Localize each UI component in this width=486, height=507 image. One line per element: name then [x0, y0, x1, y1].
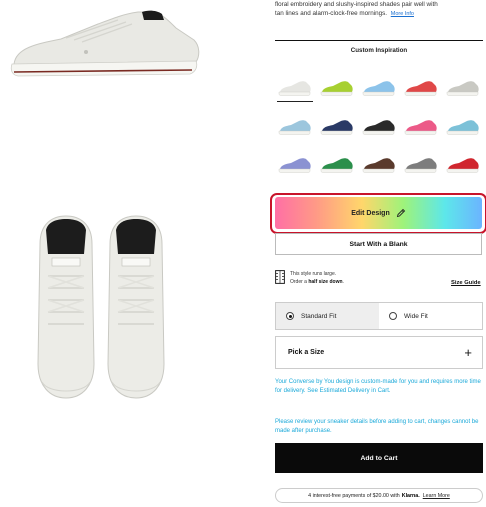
size-note-suffix: .	[342, 279, 344, 285]
product-options-panel: floral embroidery and slushy-inspired sh…	[270, 0, 486, 507]
sneaker-thumbnail-icon	[404, 120, 437, 135]
sneaker-thumbnail-icon	[278, 120, 311, 135]
edit-design-label: Edit Design	[351, 209, 390, 217]
edit-design-button[interactable]: Edit Design	[275, 197, 482, 229]
wide-fit-label: Wide Fit	[404, 312, 428, 320]
custom-inspiration-title: Custom Inspiration	[350, 47, 408, 54]
inspiration-swatch-red-sneaker[interactable]	[403, 77, 439, 99]
pick-a-size-dropdown[interactable]: Pick a Size +	[275, 336, 483, 369]
description-line-2-text: tan lines and alarm-clock-free mornings.	[275, 10, 387, 17]
inspiration-swatch-periwinkle-sneaker[interactable]	[277, 154, 313, 176]
inspiration-swatch-navy-sneaker[interactable]	[319, 116, 355, 138]
sneaker-thumbnail-icon	[320, 120, 353, 135]
sneaker-thumbnail-icon	[362, 81, 395, 96]
standard-fit-option[interactable]: Standard Fit	[276, 303, 379, 329]
inspiration-swatch-light-blue-sneaker[interactable]	[277, 116, 313, 138]
wide-fit-option[interactable]: Wide Fit	[379, 303, 482, 329]
inspiration-swatch-green-sneaker[interactable]	[319, 154, 355, 176]
more-info-link[interactable]: More Info	[391, 11, 414, 17]
fit-selector: Standard Fit Wide Fit	[275, 302, 483, 330]
inspiration-swatch-dark-grey-sneaker[interactable]	[403, 154, 439, 176]
inspiration-swatch-white-sneaker[interactable]	[277, 77, 313, 102]
inspiration-swatch-black-gold-sneaker[interactable]	[361, 116, 397, 138]
sneaker-thumbnail-icon	[446, 158, 479, 173]
product-top-view-image	[37, 215, 165, 399]
sneaker-thumbnail-icon	[278, 158, 311, 173]
add-to-cart-button[interactable]: Add to Cart	[275, 443, 483, 473]
inspiration-swatch-crimson-sneaker[interactable]	[445, 154, 481, 176]
payment-prefix: 4 interest-free payments of $20.00 with	[308, 492, 400, 499]
inspiration-swatch-lime-sneaker[interactable]	[319, 77, 355, 99]
ruler-icon	[275, 270, 285, 284]
plus-icon: +	[464, 345, 472, 360]
sneaker-thumbnail-icon	[320, 158, 353, 173]
sneaker-thumbnail-icon	[320, 81, 353, 96]
product-side-view-image	[10, 10, 200, 77]
radio-unselected-icon	[389, 312, 397, 320]
inspiration-swatch-grey-sneaker[interactable]	[445, 77, 481, 99]
sneaker-thumbnail-icon	[404, 81, 437, 96]
sneaker-thumbnail-icon	[446, 81, 479, 96]
size-note-runs-large: This style runs large.	[290, 271, 337, 277]
description-line-2: tan lines and alarm-clock-free mornings.…	[275, 9, 483, 19]
sneaker-thumbnail-icon	[362, 120, 395, 135]
inspiration-swatch-aqua-sneaker[interactable]	[445, 116, 481, 138]
klarna-payment-banner: 4 interest-free payments of $20.00 with …	[275, 488, 483, 503]
learn-more-link[interactable]: Learn More	[423, 493, 450, 499]
size-note-emphasis: half size down	[308, 279, 343, 285]
custom-made-notice: Your Converse by You design is custom-ma…	[275, 379, 481, 394]
sneaker-thumbnail-icon	[362, 158, 395, 173]
product-description: floral embroidery and slushy-inspired sh…	[275, 0, 483, 19]
pick-size-label: Pick a Size	[288, 349, 325, 356]
pencil-icon	[396, 208, 405, 218]
klarna-logo: Klarna.	[401, 492, 420, 499]
radio-selected-icon	[286, 312, 294, 320]
standard-fit-label: Standard Fit	[301, 312, 337, 320]
inspiration-swatch-pink-sneaker[interactable]	[403, 116, 439, 138]
size-guide-link[interactable]: Size Guide	[451, 280, 481, 286]
sneaker-thumbnail-icon	[278, 81, 311, 96]
sneaker-thumbnail-icon	[404, 158, 437, 173]
description-line-1: floral embroidery and slushy-inspired sh…	[275, 1, 438, 8]
size-note-prefix: Order a	[290, 279, 309, 285]
divider	[275, 40, 483, 41]
sneaker-thumbnail-icon	[446, 120, 479, 135]
size-note-order-down: Order a half size down.	[290, 279, 344, 285]
inspiration-swatch-brown-sneaker[interactable]	[361, 154, 397, 176]
start-with-blank-button[interactable]: Start With a Blank	[275, 233, 482, 255]
review-notice: Please review your sneaker details befor…	[275, 419, 479, 434]
inspiration-swatch-sky-sneaker[interactable]	[361, 77, 397, 99]
